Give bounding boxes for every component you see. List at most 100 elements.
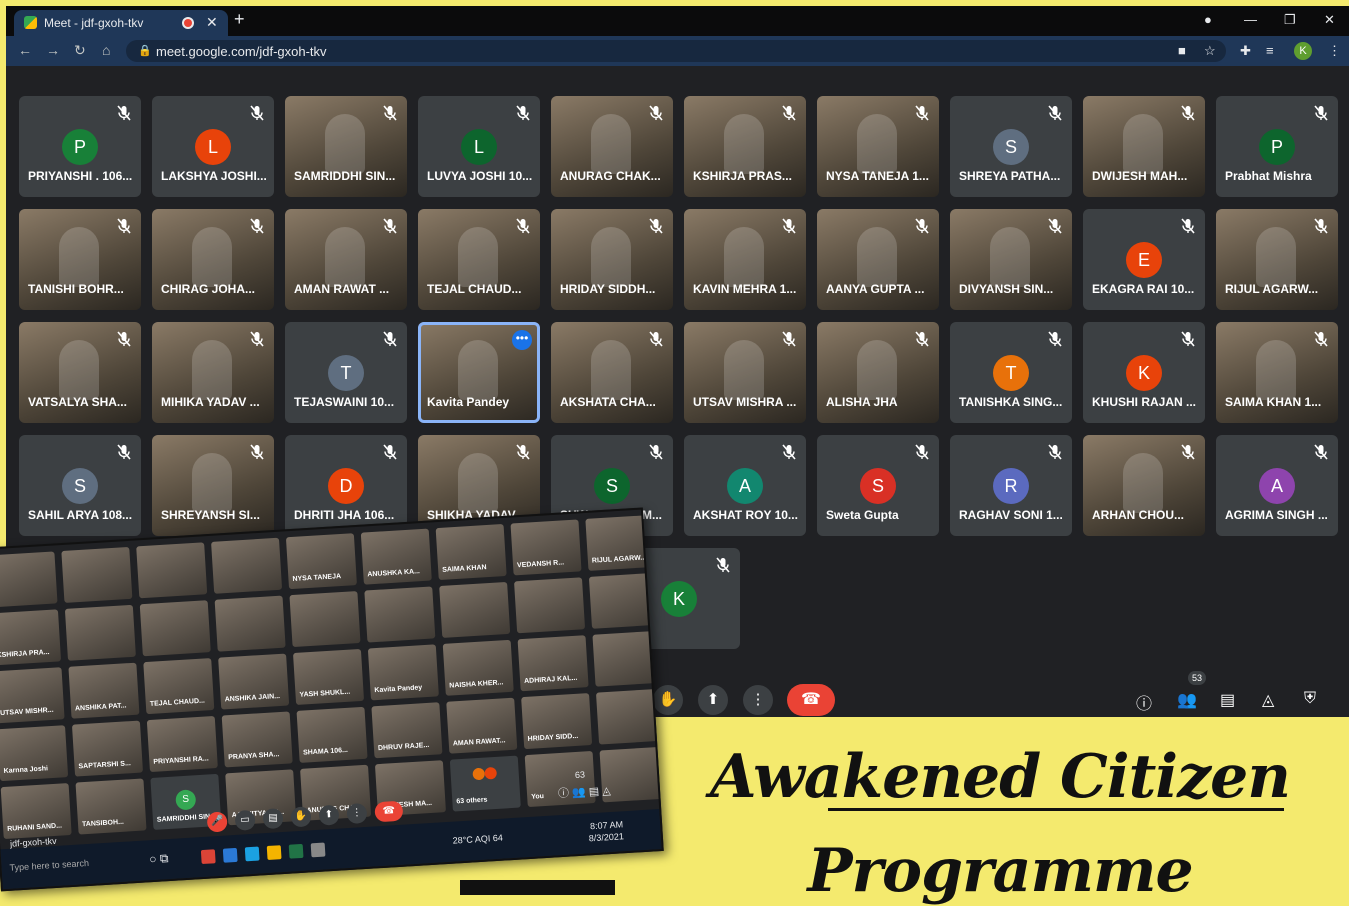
participant-name: DIVYANSH SIN... xyxy=(959,282,1066,296)
participant-tile[interactable]: PPrabhat Mishra xyxy=(1216,96,1338,197)
participant-tile[interactable]: RRAGHAV SONI 1... xyxy=(950,435,1072,536)
participant-name: AGRIMA SINGH ... xyxy=(1225,508,1332,522)
screenshot-tile: RUHANI SAND... xyxy=(1,783,72,839)
tab-title: Meet - jdf-gxoh-tkv xyxy=(44,16,143,30)
participant-tile[interactable]: TEJAL CHAUD... xyxy=(418,209,540,310)
participant-tile[interactable]: RIJUL AGARW... xyxy=(1216,209,1338,310)
media-control-icon[interactable]: ≡ xyxy=(1266,43,1274,58)
profile-avatar[interactable]: K xyxy=(1294,42,1312,60)
participant-tile[interactable]: DWIJESH MAH... xyxy=(1083,96,1205,197)
participant-tile[interactable]: UTSAV MISHRA ... xyxy=(684,322,806,423)
participant-tile[interactable]: AAKSHAT ROY 10... xyxy=(684,435,806,536)
address-bar[interactable]: 🔒 meet.google.com/jdf-gxoh-tkv xyxy=(126,40,1226,62)
mic-off-icon: 🎤 xyxy=(207,811,228,832)
screenshot-tile: Kavita Pandey xyxy=(368,644,439,700)
present-button[interactable]: ⬆ xyxy=(698,685,728,715)
screenshot-tile: VEDANSH R... xyxy=(510,519,581,575)
meet-favicon-icon xyxy=(24,16,37,29)
participant-tile[interactable]: SHREYANSH SI... xyxy=(152,435,274,536)
mic-off-icon xyxy=(913,104,931,122)
more-options-button[interactable]: ⋮ xyxy=(743,685,773,715)
participant-tile[interactable]: LLAKSHYA JOSHI... xyxy=(152,96,274,197)
participant-avatar: A xyxy=(1259,468,1295,504)
participant-tile[interactable]: SAMRIDDHI SIN... xyxy=(285,96,407,197)
participant-tile[interactable]: EEKAGRA RAI 10... xyxy=(1083,209,1205,310)
video-feed xyxy=(724,340,764,400)
participant-tile[interactable]: AANYA GUPTA ... xyxy=(817,209,939,310)
minimize-button[interactable]: — xyxy=(1244,12,1257,27)
participant-tile[interactable]: VATSALYA SHA... xyxy=(19,322,141,423)
participant-tile[interactable]: AKSHATA CHA... xyxy=(551,322,673,423)
participant-tile[interactable]: TANISHI BOHR... xyxy=(19,209,141,310)
participant-avatar: E xyxy=(1126,242,1162,278)
participant-tile[interactable]: TTEJASWAINI 10... xyxy=(285,322,407,423)
video-feed xyxy=(458,453,498,513)
more-menu-icon[interactable]: ⋮ xyxy=(1328,43,1341,59)
bookmark-star-icon[interactable]: ☆ xyxy=(1204,43,1216,59)
leave-call-button[interactable]: ☎ xyxy=(787,684,835,716)
participant-tile[interactable]: SSAHIL ARYA 108... xyxy=(19,435,141,536)
participant-avatar: S xyxy=(594,468,630,504)
participant-tile[interactable]: NYSA TANEJA 1... xyxy=(817,96,939,197)
screenshot-avatar: S xyxy=(175,789,196,810)
home-icon[interactable]: ⌂ xyxy=(102,42,110,58)
participant-tile[interactable]: TTANISHKA SING... xyxy=(950,322,1072,423)
tab-meet[interactable]: Meet - jdf-gxoh-tkv ✕ xyxy=(14,10,228,36)
participant-name: Prabhat Mishra xyxy=(1225,169,1332,183)
participant-tile[interactable]: DIVYANSH SIN... xyxy=(950,209,1072,310)
screenshot-tile: Karnna Joshi xyxy=(0,725,68,781)
screenshot-tile-name: PRIYANSHI RA... xyxy=(153,755,215,766)
participant-tile[interactable]: SSHREYA PATHA... xyxy=(950,96,1072,197)
activities-icon[interactable]: ◬ xyxy=(1262,690,1274,710)
info-icon[interactable]: ⓘ xyxy=(1136,690,1152,714)
participant-tile[interactable]: AMAN RAWAT ... xyxy=(285,209,407,310)
mic-off-icon xyxy=(115,217,133,235)
participant-tile[interactable]: ARHAN CHOU... xyxy=(1083,435,1205,536)
video-feed xyxy=(1123,453,1163,513)
participant-tile[interactable]: KKHUSHI RAJAN ... xyxy=(1083,322,1205,423)
participant-tile[interactable]: SAIMA KHAN 1... xyxy=(1216,322,1338,423)
screenshot-tile-name: ANUSHKA KA... xyxy=(367,568,429,579)
people-icon[interactable]: 👥 xyxy=(1177,690,1197,710)
participant-tile[interactable]: DDHRITI JHA 106... xyxy=(285,435,407,536)
tile-options-icon[interactable]: ••• xyxy=(512,330,532,350)
participant-tile[interactable]: LLUVYA JOSHI 10... xyxy=(418,96,540,197)
raise-hand-button[interactable]: ✋ xyxy=(653,685,683,715)
camera-icon[interactable]: ■ xyxy=(1178,43,1186,58)
maximize-button[interactable]: ❐ xyxy=(1284,12,1296,28)
account-menu-icon[interactable]: ● xyxy=(1204,12,1212,27)
chat-icon[interactable]: ▤ xyxy=(1220,690,1235,710)
participant-tile[interactable]: MIHIKA YADAV ... xyxy=(152,322,274,423)
participant-tile[interactable]: CHIRAG JOHA... xyxy=(152,209,274,310)
back-icon[interactable]: ← xyxy=(18,42,32,58)
participant-tile[interactable]: KAVIN MEHRA 1... xyxy=(684,209,806,310)
reload-icon[interactable]: ↻ xyxy=(74,42,86,59)
video-feed xyxy=(857,227,897,287)
participant-name: ARHAN CHOU... xyxy=(1092,508,1199,522)
video-feed xyxy=(59,340,99,400)
participant-tile[interactable]: A AGRIMA SINGH ... xyxy=(1216,435,1338,536)
participant-avatar: L xyxy=(461,129,497,165)
video-feed xyxy=(458,227,498,287)
close-tab-icon[interactable]: ✕ xyxy=(206,14,218,31)
browser-toolbar: ← → ↻ ⌂ 🔒 meet.google.com/jdf-gxoh-tkv ■… xyxy=(6,36,1349,66)
host-controls-icon[interactable]: ⛨ xyxy=(1304,690,1316,708)
participant-tile[interactable]: Kavita Pandey••• xyxy=(418,322,540,423)
clock-time: 8:07 AM xyxy=(590,819,624,831)
new-tab-button[interactable]: + xyxy=(234,9,245,30)
video-feed xyxy=(59,227,99,287)
participant-tile[interactable]: HRIDAY SIDDH... xyxy=(551,209,673,310)
participant-tile[interactable]: SSweta Gupta xyxy=(817,435,939,536)
extensions-icon[interactable]: ✚ xyxy=(1240,43,1251,59)
participant-name: DHRITI JHA 106... xyxy=(294,508,401,522)
participant-avatar: K xyxy=(661,581,697,617)
participant-tile[interactable]: KSHIRJA PRAS... xyxy=(684,96,806,197)
participant-tile[interactable]: ALISHA JHA xyxy=(817,322,939,423)
participant-tile[interactable]: PPRIYANSHI . 106... xyxy=(19,96,141,197)
close-window-button[interactable]: ✕ xyxy=(1324,12,1335,28)
forward-icon[interactable]: → xyxy=(46,42,60,58)
participant-avatar: P xyxy=(62,129,98,165)
mic-off-icon xyxy=(1179,104,1197,122)
participant-tile[interactable]: ANURAG CHAK... xyxy=(551,96,673,197)
mic-off-icon xyxy=(115,330,133,348)
